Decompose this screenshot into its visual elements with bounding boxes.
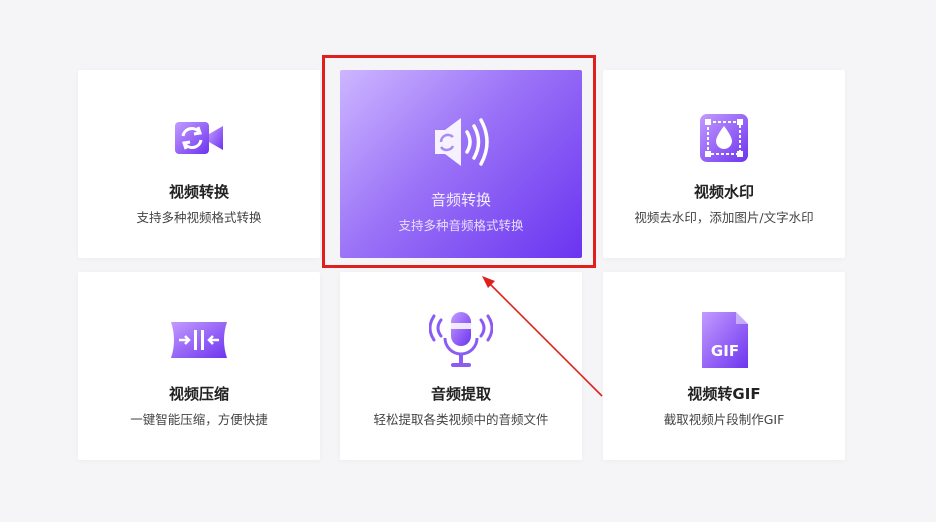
audio-convert-icon xyxy=(435,118,489,166)
card-title: 视频水印 xyxy=(693,183,754,201)
card-title: 视频转GIF xyxy=(687,385,761,403)
card-audio-convert[interactable]: 音频转换 支持多种音频格式转换 xyxy=(340,70,582,258)
card-title: 视频转换 xyxy=(168,183,229,201)
card-video-watermark[interactable]: 视频水印 视频去水印，添加图片/文字水印 xyxy=(603,70,845,258)
compress-icon xyxy=(171,322,227,358)
video-convert-icon xyxy=(175,122,223,154)
card-description: 截取视频片段制作GIF xyxy=(663,412,785,427)
card-description: 轻松提取各类视频中的音频文件 xyxy=(373,412,549,427)
gif-icon: GIF xyxy=(702,312,748,368)
card-title: 视频压缩 xyxy=(168,385,229,403)
card-video-compress[interactable]: 视频压缩 一键智能压缩，方便快捷 xyxy=(78,272,320,460)
microphone-icon xyxy=(429,312,493,367)
card-description: 支持多种音频格式转换 xyxy=(398,218,524,233)
card-video-convert[interactable]: 视频转换 支持多种视频格式转换 xyxy=(78,70,320,258)
gif-icon-label: GIF xyxy=(711,342,739,360)
card-video-to-gif[interactable]: GIF 视频转GIF 截取视频片段制作GIF xyxy=(603,272,845,460)
card-title: 音频提取 xyxy=(430,385,491,403)
card-description: 支持多种视频格式转换 xyxy=(136,210,262,225)
card-title: 音频转换 xyxy=(430,191,491,209)
card-description: 一键智能压缩，方便快捷 xyxy=(130,412,268,427)
card-description: 视频去水印，添加图片/文字水印 xyxy=(634,210,814,225)
card-audio-extract[interactable]: 音频提取 轻松提取各类视频中的音频文件 xyxy=(340,272,582,460)
watermark-icon xyxy=(700,114,748,162)
